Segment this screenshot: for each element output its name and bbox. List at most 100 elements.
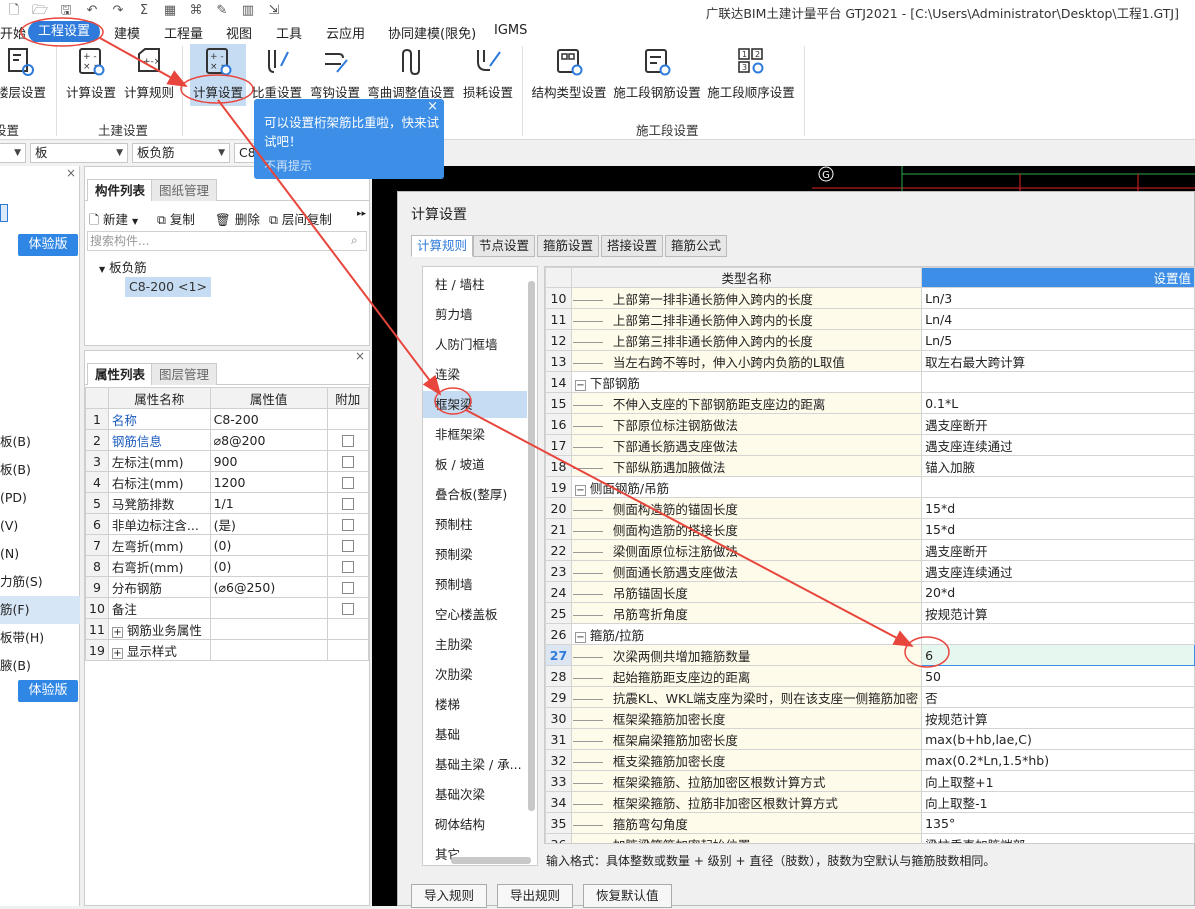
element-type-select[interactable]: 板 ▼ <box>30 143 128 163</box>
expand-icon[interactable]: + <box>111 647 123 659</box>
rule-row[interactable]: 30 框架梁箍筋加密长度 按规范计算 <box>545 707 1195 729</box>
tab-layer-management[interactable]: 图层管理 <box>151 363 218 385</box>
property-row[interactable]: 8 右弯折(mm) (0) <box>85 555 370 577</box>
property-value[interactable] <box>209 597 328 619</box>
tab-lap-settings[interactable]: 搭接设置 <box>601 235 664 257</box>
undo-icon[interactable]: ↶ <box>84 3 100 19</box>
property-row[interactable]: 10 备注 <box>85 597 370 619</box>
calc-rules-button[interactable]: +-× 计算规则 <box>122 44 176 106</box>
trial-badge[interactable]: 体验版 <box>18 680 78 702</box>
export-rules-button[interactable]: 导出规则 <box>497 884 574 908</box>
group-row[interactable]: 14− 下部钢筋 <box>545 371 1195 393</box>
search-icon[interactable]: ⌕ <box>351 233 358 248</box>
category-item[interactable]: 预制柱 <box>423 511 527 538</box>
rule-value[interactable]: 遇支座连续通过 <box>921 560 1195 582</box>
property-value[interactable]: (⌀6@250) <box>209 576 328 598</box>
rule-value[interactable]: 50 <box>921 665 1195 687</box>
menu-tools[interactable]: 工具 <box>276 23 302 42</box>
menu-collab[interactable]: 协同建模(限免) <box>388 23 476 42</box>
close-icon[interactable]: × <box>355 349 365 363</box>
category-item[interactable]: 非框架梁 <box>423 421 527 448</box>
hook-settings-button[interactable]: 弯钩设置 <box>308 44 362 106</box>
floor-select[interactable]: ▼ <box>0 143 26 163</box>
property-row[interactable]: 19 + 显示样式 <box>85 639 370 661</box>
category-item[interactable]: 剪力墙 <box>423 301 527 328</box>
rule-row[interactable]: 20 侧面构造筋的锚固长度 15*d <box>545 497 1195 519</box>
rule-value[interactable]: 按规范计算 <box>921 602 1195 624</box>
expand-icon[interactable]: + <box>111 626 123 638</box>
view-grid-icon[interactable]: ▦ <box>162 3 178 19</box>
rule-value[interactable] <box>921 476 1195 498</box>
open-folder-icon[interactable]: 🗁 <box>32 3 48 19</box>
rule-row[interactable]: 31 框架扁梁箍筋加密长度 max(b+hb,lae,C) <box>545 728 1195 750</box>
attach-checkbox[interactable] <box>341 498 354 510</box>
attach-checkbox[interactable] <box>341 561 354 573</box>
tab-stirrup-formula[interactable]: 箍筋公式 <box>665 235 728 257</box>
calc-settings-rebar-button[interactable]: + - × = 计算设置 <box>190 44 246 106</box>
rule-value-editing[interactable]: 6 <box>921 644 1195 666</box>
rule-value[interactable]: Ln/4 <box>921 308 1195 330</box>
rule-row[interactable]: 10 上部第一排非通长筋伸入跨内的长度 Ln/3 <box>545 287 1195 309</box>
property-value[interactable]: (是) <box>209 513 328 535</box>
rule-row[interactable]: 17 下部通长筋遇支座做法 遇支座连续通过 <box>545 434 1195 456</box>
category-item[interactable]: 主肋梁 <box>423 631 527 658</box>
rule-row[interactable]: 16 下部原位标注钢筋做法 遇支座断开 <box>545 413 1195 435</box>
rule-row[interactable]: 32 框支梁箍筋加密长度 max(0.2*Ln,1.5*hb) <box>545 749 1195 771</box>
rule-value[interactable]: 遇支座连续通过 <box>921 434 1195 456</box>
category-item[interactable]: 连梁 <box>423 361 527 388</box>
attach-checkbox[interactable] <box>341 603 354 615</box>
rule-row[interactable]: 11 上部第二排非通长筋伸入跨内的长度 Ln/4 <box>545 308 1195 330</box>
copy-between-floors-button[interactable]: ⧉ 层间复制 <box>269 209 332 228</box>
tree-item[interactable]: (V) <box>0 512 80 540</box>
floor-settings-button[interactable]: 楼层设置 <box>0 44 48 106</box>
rule-row[interactable]: 25 吊筋弯折角度 按规范计算 <box>545 602 1195 624</box>
menu-start[interactable]: 开始 <box>0 23 26 42</box>
collapse-icon[interactable]: − <box>574 484 586 496</box>
rule-row[interactable]: 28 起始箍筋距支座边的距离 50 <box>545 665 1195 687</box>
rule-value[interactable]: 0.1*L <box>921 392 1195 414</box>
rule-row[interactable]: 33 框架梁箍筋、拉筋加密区根数计算方式 向上取整+1 <box>545 770 1195 792</box>
section-order-settings-button[interactable]: 1 2 3 施工段顺序设置 <box>706 44 796 106</box>
tree-item[interactable]: 板(B) <box>0 428 80 456</box>
category-item[interactable]: 柱 / 墙柱 <box>423 271 527 298</box>
copy-button[interactable]: ⧉ 复制 <box>157 209 195 228</box>
category-item[interactable]: 次肋梁 <box>423 661 527 688</box>
tree-item[interactable]: (PD) <box>0 484 80 512</box>
rule-value[interactable]: Ln/3 <box>921 287 1195 309</box>
tree-item[interactable]: 力筋(S) <box>0 568 80 596</box>
rule-value[interactable]: max(0.2*Ln,1.5*hb) <box>921 749 1195 771</box>
import-rules-button[interactable]: 导入规则 <box>411 884 488 908</box>
tree-item[interactable]: 板(B) <box>0 456 80 484</box>
section-rebar-settings-button[interactable]: 施工段钢筋设置 <box>612 44 702 106</box>
property-value[interactable]: (0) <box>209 534 328 556</box>
rule-value[interactable]: 20*d <box>921 581 1195 603</box>
dont-show-again-link[interactable]: 不再提示 <box>264 157 312 174</box>
rule-value[interactable]: max(b+hb,lae,C) <box>921 728 1195 750</box>
property-value[interactable] <box>209 639 328 661</box>
attach-checkbox[interactable] <box>341 456 354 468</box>
rule-value[interactable]: Ln/5 <box>921 329 1195 351</box>
weight-settings-button[interactable]: 比重设置 <box>250 44 304 106</box>
tab-calc-rules[interactable]: 计算规则 <box>411 235 474 257</box>
category-item[interactable]: 砌体结构 <box>423 811 527 838</box>
redo-icon[interactable]: ↷ <box>110 3 126 19</box>
property-value[interactable]: 1200 <box>209 471 328 493</box>
vertical-scrollbar[interactable] <box>528 281 535 811</box>
property-row[interactable]: 3 左标注(mm) 900 <box>85 450 370 472</box>
tab-drawing-management[interactable]: 图纸管理 <box>151 179 218 201</box>
category-item[interactable]: 基础 <box>423 721 527 748</box>
category-item[interactable]: 预制梁 <box>423 541 527 568</box>
rule-value[interactable]: 15*d <box>921 518 1195 540</box>
calc-settings-civil-button[interactable]: + - × = 计算设置 <box>64 44 118 106</box>
collapse-icon[interactable]: − <box>574 631 586 643</box>
tab-property-list[interactable]: 属性列表 <box>87 363 154 385</box>
rule-value[interactable]: 按规范计算 <box>921 707 1195 729</box>
more-icon[interactable]: ▸▸ <box>357 209 366 219</box>
element-subtype-select[interactable]: 板负筋 ▼ <box>132 143 230 163</box>
menu-project-settings[interactable]: 工程设置 <box>28 21 100 43</box>
delete-button[interactable]: 🗑 删除 <box>215 209 260 228</box>
restore-defaults-button[interactable]: 恢复默认值 <box>583 884 672 908</box>
rule-row[interactable]: 21 侧面构造筋的搭接长度 15*d <box>545 518 1195 540</box>
rule-row[interactable]: 34 框架梁箍筋、拉筋非加密区根数计算方式 向上取整-1 <box>545 791 1195 813</box>
property-row[interactable]: 4 右标注(mm) 1200 <box>85 471 370 493</box>
